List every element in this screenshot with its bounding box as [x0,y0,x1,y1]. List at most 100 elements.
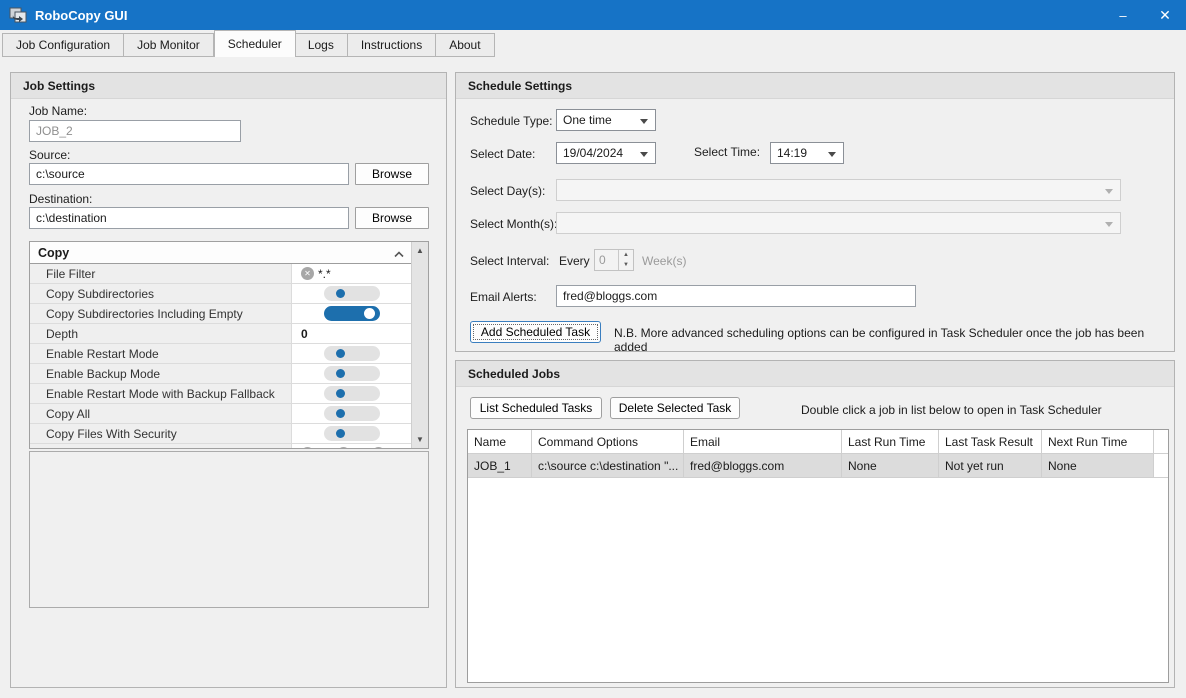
double-click-hint: Double click a job in list below to open… [801,403,1102,417]
copy-option-label: Depth [30,324,292,343]
tab-job-monitor[interactable]: Job Monitor [124,33,214,57]
table-cell: fred@bloggs.com [684,454,842,477]
copy-option-value[interactable]: 0 [292,324,411,343]
schedule-type-label: Schedule Type: [470,114,553,128]
tab-about[interactable]: About [436,33,494,57]
weeks-label: Week(s) [642,254,686,268]
copy-group-header[interactable]: Copy [30,242,428,264]
tab-job-configuration[interactable]: Job Configuration [2,33,124,57]
copy-option-value[interactable]: ✕ *.* [292,264,411,283]
job-name-label: Job Name: [29,104,87,118]
column-header-last-task-result[interactable]: Last Task Result [939,430,1042,453]
delete-selected-task-button[interactable]: Delete Selected Task [610,397,740,419]
tab-instructions[interactable]: Instructions [348,33,436,57]
copy-option-value[interactable] [292,384,411,403]
copy-option-value[interactable] [292,424,411,443]
chevron-down-icon [1105,222,1113,227]
column-header-email[interactable]: Email [684,430,842,453]
chevron-down-icon [640,152,648,157]
tab-logs[interactable]: Logs [295,33,348,57]
copy-flag-a[interactable]: A [354,447,363,450]
table-header-row: NameCommand OptionsEmailLast Run TimeLas… [468,430,1168,454]
robocopy-app-icon [9,7,27,23]
list-scheduled-tasks-button[interactable]: List Scheduled Tasks [470,397,602,419]
select-date-value: 19/04/2024 [563,146,623,160]
copy-option-label: Enable Restart Mode [30,344,292,363]
table-cell: JOB_1 [468,454,532,477]
column-header-last-run-time[interactable]: Last Run Time [842,430,939,453]
minimize-button[interactable]: – [1102,0,1144,30]
copy-option-value[interactable] [292,344,411,363]
source-browse-button[interactable]: Browse [355,163,429,185]
destination-browse-button[interactable]: Browse [355,207,429,229]
copy-option-label: File Filter [30,264,292,283]
copy-options-grid: Copy File Filter✕*.*Copy SubdirectoriesC… [29,241,429,449]
clear-flag-icon[interactable]: ✕ [301,447,314,449]
copy-grid-scrollbar[interactable]: ▲ ▼ [411,242,428,448]
job-settings-panel: Job Settings Job Name: Source: Browse De… [10,72,447,688]
scrollbar-down-icon[interactable]: ▼ [412,435,428,444]
toggle-off-icon[interactable] [324,366,380,381]
copy-option-value[interactable] [292,404,411,423]
select-time-combo[interactable]: 14:19 [770,142,844,164]
job-description-box[interactable] [29,451,429,608]
clear-flag-icon[interactable]: ✕ [337,447,350,449]
toggle-off-icon[interactable] [324,406,380,421]
scrollbar-up-icon[interactable]: ▲ [412,246,428,255]
scheduled-jobs-table[interactable]: NameCommand OptionsEmailLast Run TimeLas… [467,429,1169,683]
toggle-off-icon[interactable] [324,346,380,361]
schedule-type-combo[interactable]: One time [556,109,656,131]
option-value-text[interactable]: 0 [301,327,308,341]
email-alerts-input[interactable] [556,285,916,307]
copy-option-value[interactable] [292,284,411,303]
app-window: RoboCopy GUI – ✕ Job ConfigurationJob Mo… [0,0,1186,698]
job-settings-header: Job Settings [11,73,446,99]
copy-option-row: Copy All [30,404,411,424]
table-cell: None [842,454,939,477]
copy-option-value[interactable]: ✕ D ✕ A ✕ T [292,444,411,449]
schedule-settings-panel: Schedule Settings Schedule Type: One tim… [455,72,1175,352]
scheduling-note: N.B. More advanced scheduling options ca… [614,326,1169,354]
select-months-combo [556,212,1121,234]
email-alerts-label: Email Alerts: [470,290,537,304]
copy-option-value[interactable] [292,304,411,323]
scheduled-jobs-panel: Scheduled Jobs List Scheduled Tasks Dele… [455,360,1175,688]
toggle-off-icon[interactable] [324,386,380,401]
chevron-down-icon [640,119,648,124]
copy-option-row: Enable Backup Mode [30,364,411,384]
toggle-on-icon[interactable] [324,306,380,321]
toggle-off-icon[interactable] [324,426,380,441]
toggle-off-icon[interactable] [324,286,380,301]
every-label: Every [559,254,590,268]
copy-option-value[interactable] [292,364,411,383]
window-title: RoboCopy GUI [35,8,127,23]
select-time-label: Select Time: [694,145,760,159]
table-row[interactable]: JOB_1c:\source c:\destination "...fred@b… [468,454,1168,478]
column-header-command-options[interactable]: Command Options [532,430,684,453]
source-input[interactable] [29,163,349,185]
destination-input[interactable] [29,207,349,229]
chevron-down-icon [1105,189,1113,194]
tab-strip: Job ConfigurationJob MonitorSchedulerLog… [0,30,1186,57]
copy-flag-d[interactable]: D [318,447,327,450]
add-scheduled-task-button[interactable]: Add Scheduled Task [470,321,601,343]
select-months-label: Select Month(s): [470,217,557,231]
close-button[interactable]: ✕ [1144,0,1186,30]
copy-grid-rows: File Filter✕*.*Copy SubdirectoriesCopy S… [30,264,411,448]
toggle-knob [336,349,345,358]
clear-flag-icon[interactable]: ✕ [372,447,385,449]
copy-flag-t[interactable]: T [389,447,396,450]
column-header-next-run-time[interactable]: Next Run Time [1042,430,1154,453]
collapse-chevron-icon[interactable] [394,247,404,261]
table-cell: None [1042,454,1154,477]
job-name-input[interactable] [29,120,241,142]
select-date-combo[interactable]: 19/04/2024 [556,142,656,164]
clear-filter-icon[interactable]: ✕ [301,267,314,280]
filter-value[interactable]: *.* [318,267,331,281]
column-header-name[interactable]: Name [468,430,532,453]
tab-scheduler[interactable]: Scheduler [214,30,296,57]
copy-option-row: Enable Restart Mode [30,344,411,364]
interval-value: 0 [595,250,618,270]
select-date-label: Select Date: [470,147,535,161]
title-bar: RoboCopy GUI – ✕ [0,0,1186,30]
